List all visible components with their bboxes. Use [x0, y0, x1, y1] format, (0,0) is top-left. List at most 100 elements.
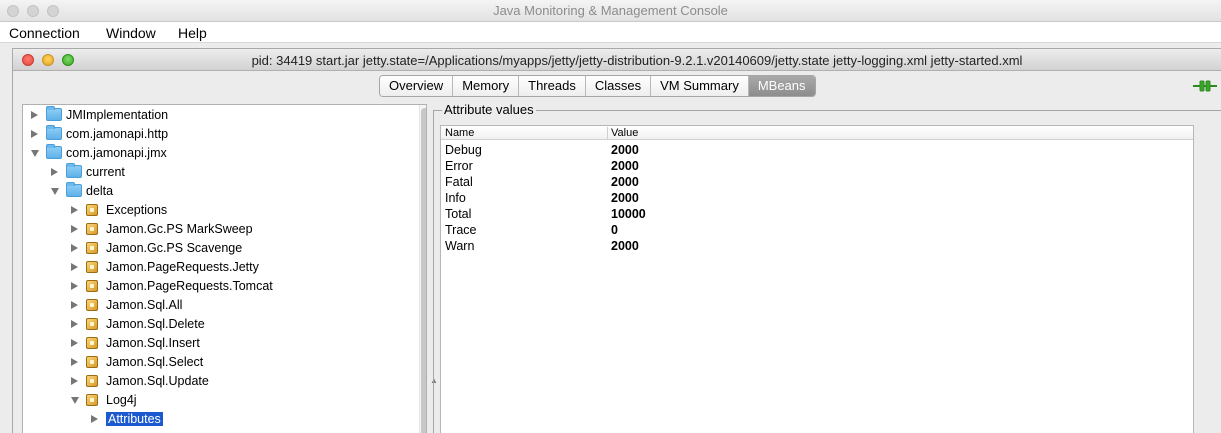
- tab-threads[interactable]: Threads: [519, 76, 586, 96]
- tree-node-label[interactable]: Exceptions: [106, 203, 167, 217]
- tree-node[interactable]: Jamon.PageRequests.Tomcat: [23, 277, 426, 296]
- expand-arrow-icon[interactable]: [71, 358, 78, 366]
- table-row[interactable]: Warn 2000: [441, 238, 1193, 254]
- attribute-value[interactable]: 2000: [611, 175, 639, 189]
- attribute-name: Info: [445, 191, 466, 205]
- mbean-icon: [86, 280, 98, 292]
- tree-node[interactable]: Jamon.Gc.PS MarkSweep: [23, 220, 426, 239]
- tree-node-label[interactable]: com.jamonapi.jmx: [66, 146, 167, 160]
- attribute-name: Total: [445, 207, 472, 221]
- tree-node-label[interactable]: Jamon.Gc.PS Scavenge: [106, 241, 242, 255]
- table-row[interactable]: Error 2000: [441, 158, 1193, 174]
- mbean-icon: [86, 261, 98, 273]
- expand-arrow-icon[interactable]: [71, 282, 78, 290]
- mbean-icon: [86, 375, 98, 387]
- tree-node[interactable]: current: [23, 163, 426, 182]
- table-row[interactable]: Trace 0: [441, 222, 1193, 238]
- attribute-value[interactable]: 2000: [611, 159, 639, 173]
- tab-mbeans[interactable]: MBeans: [748, 76, 815, 96]
- tree-node[interactable]: Jamon.Sql.Insert: [23, 334, 426, 353]
- mbean-icon: [86, 299, 98, 311]
- tree-node-label[interactable]: Attributes: [106, 412, 163, 426]
- attribute-value[interactable]: 2000: [611, 191, 639, 205]
- tree-node[interactable]: Jamon.Sql.Update: [23, 372, 426, 391]
- attribute-value[interactable]: 2000: [611, 143, 639, 157]
- column-header-name[interactable]: Name: [445, 127, 474, 139]
- tree-node-label[interactable]: delta: [86, 184, 113, 198]
- tree-node-label[interactable]: Jamon.Sql.Select: [106, 355, 203, 369]
- column-separator[interactable]: [607, 127, 608, 139]
- collapse-arrow-icon[interactable]: [51, 188, 59, 195]
- tree-node[interactable]: Log4j: [23, 391, 426, 410]
- menu-help[interactable]: Help: [178, 25, 207, 41]
- tree-node-label[interactable]: Jamon.Sql.All: [106, 298, 182, 312]
- attribute-values-title: Attribute values: [442, 102, 536, 117]
- tree-node[interactable]: Exceptions: [23, 201, 426, 220]
- tree-node[interactable]: Jamon.Sql.Select: [23, 353, 426, 372]
- tree-node-label[interactable]: Jamon.PageRequests.Tomcat: [106, 279, 273, 293]
- tree-node-label[interactable]: Jamon.Sql.Delete: [106, 317, 205, 331]
- tree-node[interactable]: Attributes: [23, 410, 426, 429]
- tree-node[interactable]: Jamon.Sql.All: [23, 296, 426, 315]
- connection-window-titlebar[interactable]: pid: 34419 start.jar jetty.state=/Applic…: [13, 49, 1221, 71]
- expand-arrow-icon[interactable]: [51, 168, 58, 176]
- collapse-arrow-icon[interactable]: [71, 397, 79, 404]
- tree-node-label[interactable]: Jamon.Sql.Insert: [106, 336, 200, 350]
- table-row[interactable]: Total 10000: [441, 206, 1193, 222]
- tree-node[interactable]: Jamon.Gc.PS Scavenge: [23, 239, 426, 258]
- expand-arrow-icon[interactable]: [71, 263, 78, 271]
- folder-icon: [46, 144, 62, 159]
- mbean-icon: [86, 318, 98, 330]
- menu-connection[interactable]: Connection: [9, 25, 80, 41]
- connection-status-icon[interactable]: [1193, 79, 1217, 93]
- expand-arrow-icon[interactable]: [71, 339, 78, 347]
- tree-scrollbar[interactable]: [419, 105, 426, 433]
- tree-node-label[interactable]: JMImplementation: [66, 108, 168, 122]
- expand-arrow-icon[interactable]: [71, 377, 78, 385]
- expand-arrow-icon[interactable]: [31, 111, 38, 119]
- app-title: Java Monitoring & Management Console: [493, 3, 728, 18]
- tree-node[interactable]: Jamon.Sql.Delete: [23, 315, 426, 334]
- tree-node[interactable]: Jamon.PageRequests.Jetty: [23, 258, 426, 277]
- attribute-table[interactable]: Name Value Debug 2000 Error 2000 Fatal 2000 In…: [440, 125, 1194, 433]
- mbean-tree[interactable]: JMImplementation com.jamonapi.http com.jam…: [22, 104, 427, 433]
- tab-overview[interactable]: Overview: [380, 76, 454, 96]
- table-row[interactable]: Fatal 2000: [441, 174, 1193, 190]
- expand-arrow-icon[interactable]: [71, 225, 78, 233]
- collapse-arrow-icon[interactable]: [31, 150, 39, 157]
- attribute-value[interactable]: 10000: [611, 207, 646, 221]
- tab-vm-summary[interactable]: VM Summary: [651, 76, 749, 96]
- mbean-icon: [86, 394, 98, 406]
- tree-node-label[interactable]: current: [86, 165, 125, 179]
- tree-node[interactable]: JMImplementation: [23, 106, 426, 125]
- tree-node-label[interactable]: com.jamonapi.http: [66, 127, 168, 141]
- expand-arrow-icon[interactable]: [71, 206, 78, 214]
- mbean-icon: [86, 204, 98, 216]
- attribute-values-panel: Attribute values Name Value Debug 2000 Err…: [433, 102, 1221, 433]
- tree-node[interactable]: com.jamonapi.http: [23, 125, 426, 144]
- attribute-name: Fatal: [445, 175, 473, 189]
- tree-node-label[interactable]: Jamon.Sql.Update: [106, 374, 209, 388]
- tree-node-label[interactable]: Jamon.PageRequests.Jetty: [106, 260, 259, 274]
- expand-arrow-icon[interactable]: [71, 244, 78, 252]
- column-header-value[interactable]: Value: [611, 127, 638, 139]
- app-titlebar: Java Monitoring & Management Console: [0, 0, 1221, 22]
- expand-arrow-icon[interactable]: [71, 301, 78, 309]
- tree-node[interactable]: delta: [23, 182, 426, 201]
- close-icon[interactable]: [22, 54, 34, 66]
- attribute-value[interactable]: 2000: [611, 239, 639, 253]
- tab-classes[interactable]: Classes: [585, 76, 652, 96]
- table-row[interactable]: Debug 2000: [441, 142, 1193, 158]
- expand-arrow-icon[interactable]: [31, 130, 38, 138]
- tree-node-label[interactable]: Log4j: [106, 393, 137, 407]
- menu-window[interactable]: Window: [106, 25, 156, 41]
- tab-bar: Overview Memory Threads Classes VM Summa…: [379, 75, 816, 97]
- folder-icon: [66, 182, 82, 197]
- table-row[interactable]: Info 2000: [441, 190, 1193, 206]
- expand-arrow-icon[interactable]: [71, 320, 78, 328]
- tab-memory[interactable]: Memory: [453, 76, 520, 96]
- tree-node-label[interactable]: Jamon.Gc.PS MarkSweep: [106, 222, 253, 236]
- expand-arrow-icon[interactable]: [91, 415, 98, 423]
- attribute-value[interactable]: 0: [611, 223, 618, 237]
- tree-node[interactable]: com.jamonapi.jmx: [23, 144, 426, 163]
